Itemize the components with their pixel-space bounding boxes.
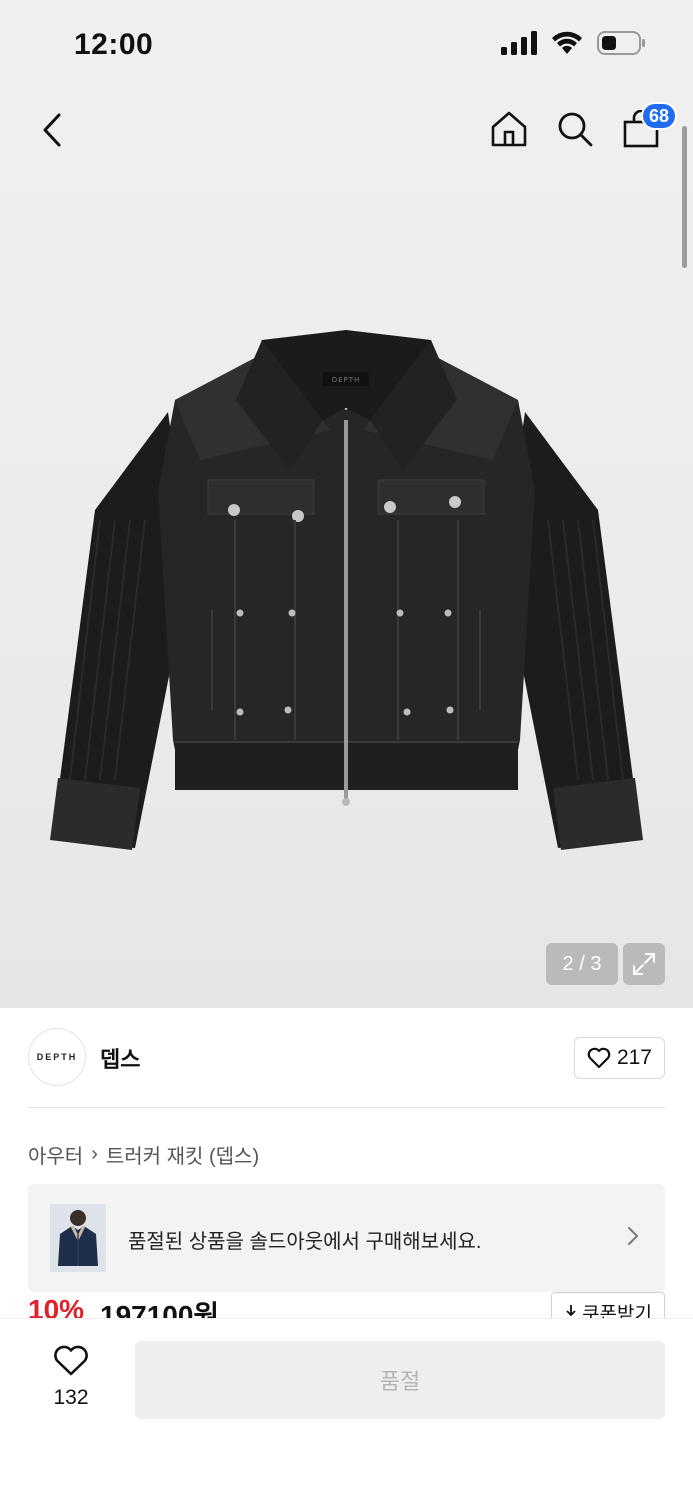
- divider: [28, 1107, 665, 1108]
- breadcrumb-separator: ›: [91, 1143, 98, 1165]
- price-row: 10% 197100원 쿠폰받기: [28, 1292, 665, 1320]
- breadcrumb: 아우터 › 트러커 재킷 (뎁스): [28, 1140, 259, 1169]
- brand-like-count: 217: [616, 1046, 652, 1069]
- top-navigation: 68: [0, 100, 693, 164]
- brand-like-button[interactable]: 217: [573, 1037, 665, 1079]
- soldout-button[interactable]: 품절: [135, 1341, 665, 1419]
- battery-icon: [597, 31, 645, 55]
- product-image-jacket[interactable]: DEPTH: [40, 320, 653, 880]
- brand-name[interactable]: 뎁스: [100, 1042, 140, 1074]
- image-counter: 2 / 3: [546, 943, 618, 985]
- soldout-banner[interactable]: 품절된 상품을 솔드아웃에서 구매해보세요.: [28, 1184, 665, 1292]
- brand-logo[interactable]: DEPTH: [28, 1028, 86, 1086]
- expand-icon: [633, 953, 655, 975]
- breadcrumb-category[interactable]: 아우터: [28, 1140, 83, 1169]
- cart-button[interactable]: 68: [619, 102, 677, 152]
- expand-button[interactable]: [623, 943, 665, 985]
- back-icon: [43, 113, 61, 147]
- wifi-icon: [552, 31, 582, 54]
- product-gallery[interactable]: 12:00 68 DEPTH 2 / 3: [0, 0, 693, 1008]
- product-like-count: 132: [53, 1386, 89, 1409]
- soldout-banner-text: 품절된 상품을 솔드아웃에서 구매해보세요.: [128, 1231, 482, 1253]
- back-button[interactable]: [30, 108, 74, 152]
- banner-thumbnail: [50, 1204, 106, 1272]
- home-icon: [491, 111, 527, 147]
- search-button[interactable]: [553, 106, 597, 152]
- cart-count-badge: 68: [640, 102, 677, 130]
- search-icon: [558, 112, 593, 147]
- heart-icon: [587, 1047, 611, 1069]
- chevron-right-icon: [628, 1227, 638, 1245]
- sale-price: 197100원: [100, 1300, 220, 1320]
- coupon-label: 쿠폰받기: [582, 1303, 652, 1321]
- coupon-button[interactable]: 쿠폰받기: [551, 1292, 665, 1320]
- discount-rate: 10%: [28, 1294, 85, 1320]
- status-time: 12:00: [74, 28, 154, 61]
- status-bar: 12:00: [0, 0, 693, 90]
- home-button[interactable]: [487, 106, 531, 152]
- scroll-indicator[interactable]: [682, 126, 687, 268]
- signal-icon: [501, 31, 537, 55]
- product-like-button[interactable]: 132: [40, 1345, 102, 1410]
- heart-icon: [54, 1345, 88, 1376]
- brand-row: DEPTH 뎁스 217: [28, 1028, 665, 1086]
- bottom-action-bar: 132 품절: [0, 1318, 693, 1500]
- status-icons: [501, 30, 647, 56]
- jacket-logo-label: DEPTH: [332, 376, 361, 384]
- breadcrumb-product[interactable]: 트러커 재킷 (뎁스): [106, 1140, 259, 1169]
